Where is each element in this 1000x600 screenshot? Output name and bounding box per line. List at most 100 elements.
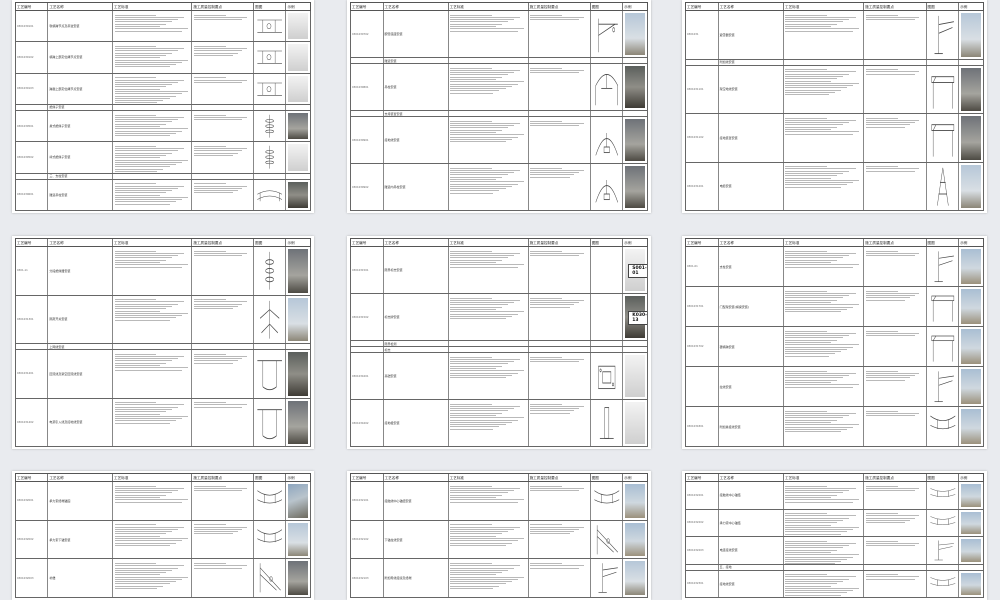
technical-drawing bbox=[928, 289, 957, 324]
technical-drawing bbox=[928, 409, 957, 444]
header-cell: 施工质量控制要点 bbox=[192, 3, 255, 10]
figure-drawing bbox=[927, 407, 960, 446]
paragraph-lines bbox=[784, 287, 863, 315]
process-code: 0301032001 bbox=[16, 482, 49, 520]
technical-drawing bbox=[256, 112, 284, 140]
example-photo bbox=[959, 367, 983, 406]
header-cell: 工艺标准 bbox=[113, 474, 193, 481]
table-row: 0301030702 腕臂底座安装 bbox=[350, 11, 648, 58]
table-row: 0301031 避雷器安装 bbox=[685, 11, 984, 60]
process-code: 0301032101 bbox=[351, 482, 384, 520]
document-page-3: 工艺编号 工艺名称 工艺标准 施工质量控制要点 图图 示例 0301031 避雷器安装 附加线安… bbox=[682, 0, 987, 213]
process-name: 上网线安装 bbox=[48, 344, 113, 349]
example-photo bbox=[286, 111, 310, 141]
figure-drawing bbox=[254, 247, 287, 295]
process-name: 附加线安装 bbox=[719, 59, 784, 65]
table-row: 0301032202 承力索中心锚结 bbox=[685, 509, 984, 537]
figure-drawing bbox=[591, 117, 624, 163]
paragraph-lines bbox=[449, 117, 528, 145]
document-page-5: 工艺编号 工艺名称 工艺标准 施工质量控制要点 图图 示例 0301031501 限界标志安装… bbox=[347, 236, 651, 449]
header-cell: 工艺编号 bbox=[16, 3, 49, 10]
table-row: 0301032101 接触线中心锚结安装 bbox=[350, 482, 648, 521]
control-points-text bbox=[192, 104, 255, 110]
technical-drawing bbox=[256, 561, 284, 596]
example-photo bbox=[623, 164, 647, 210]
technical-drawing bbox=[928, 13, 957, 57]
site-photo bbox=[961, 409, 981, 444]
header-cell: 工艺名称 bbox=[384, 3, 449, 10]
site-photo bbox=[288, 13, 308, 40]
process-code: 0301030901 bbox=[351, 117, 384, 163]
paragraph-lines bbox=[113, 521, 191, 549]
table-row: 0301030101 软横跨节点及吊弦安装 bbox=[15, 11, 311, 43]
paragraph-lines bbox=[449, 482, 528, 506]
technical-drawing bbox=[928, 572, 957, 595]
process-name: 支持装置安装 bbox=[384, 111, 449, 116]
process-code: 0301031401 bbox=[16, 350, 49, 398]
table-header: 工艺编号 工艺名称 工艺标准 施工质量控制要点 图图 示例 bbox=[350, 2, 648, 11]
header-cell: 施工质量控制要点 bbox=[864, 474, 927, 481]
standard-text bbox=[449, 164, 529, 210]
process-name: 接地极安装 bbox=[384, 400, 449, 446]
figure-drawing bbox=[927, 247, 960, 286]
header-cell: 工艺标准 bbox=[449, 474, 529, 481]
technical-drawing bbox=[256, 13, 284, 40]
technical-drawing bbox=[592, 66, 621, 108]
control-points-text bbox=[192, 142, 255, 173]
standard-text bbox=[784, 247, 865, 286]
site-photo bbox=[961, 511, 981, 534]
header-cell: 工艺标准 bbox=[784, 3, 865, 10]
process-name: 吊柱安装 bbox=[384, 64, 449, 110]
process-name: 承力索下锚安装 bbox=[48, 520, 113, 559]
header-cell: 施工质量控制要点 bbox=[529, 239, 591, 246]
paragraph-lines bbox=[192, 142, 253, 159]
standard-text bbox=[113, 295, 193, 343]
control-points-text bbox=[864, 59, 927, 65]
control-points-text bbox=[864, 65, 927, 113]
header-cell: 示例 bbox=[624, 5, 632, 9]
process-code: 0301030101 bbox=[16, 11, 49, 42]
figure-drawing bbox=[254, 42, 287, 73]
header-cell: 图图 bbox=[591, 239, 624, 246]
site-photo bbox=[288, 112, 308, 140]
figure-drawing bbox=[927, 509, 960, 536]
table-row: 0301030601 隧道吊柱安装 bbox=[15, 179, 311, 211]
process-name: 绝缘子安装 bbox=[48, 104, 113, 110]
control-points-text bbox=[192, 559, 255, 598]
figure-drawing bbox=[591, 353, 624, 399]
standard-text bbox=[784, 11, 865, 59]
control-points-text bbox=[529, 353, 591, 399]
example-photo bbox=[623, 347, 647, 352]
example-photo bbox=[286, 74, 310, 104]
table-row: 0301032103 附加导线接续及终端 bbox=[350, 559, 648, 599]
table-row: 0301032102 下锚拉线安装 bbox=[350, 520, 648, 560]
header-cell: 图图 bbox=[927, 474, 960, 481]
process-code: 0301031101 bbox=[686, 65, 719, 113]
process-name: 隧道安装 bbox=[384, 58, 449, 63]
figure-drawing bbox=[254, 482, 287, 520]
header-cell: 工艺编号 bbox=[351, 474, 384, 481]
technical-drawing bbox=[592, 402, 621, 444]
paragraph-lines bbox=[784, 367, 863, 391]
paragraph-lines bbox=[449, 164, 528, 197]
site-photo bbox=[625, 355, 645, 397]
paragraph-lines bbox=[529, 11, 590, 23]
header-cell: 示例 bbox=[624, 241, 632, 245]
process-name: 电源引入线及接地线安装 bbox=[48, 398, 113, 446]
table-row: 0301031702 硬横跨安装 bbox=[685, 327, 984, 367]
process-name: 软横跨节点及吊弦安装 bbox=[48, 11, 113, 42]
site-photo bbox=[625, 119, 645, 161]
technical-drawing bbox=[592, 522, 621, 557]
process-code: 0301030601 bbox=[16, 179, 49, 210]
table-header: 工艺编号 工艺名称 工艺标准 施工质量控制要点 图图 示例 bbox=[15, 238, 311, 247]
figure-drawing bbox=[927, 287, 960, 326]
paragraph-lines bbox=[192, 74, 253, 86]
technical-drawing bbox=[256, 249, 284, 293]
site-photo bbox=[961, 249, 981, 284]
document-page-1: 工艺编号 工艺名称 工艺标准 施工质量控制要点 图图 示例 0301030101 软横跨节点及… bbox=[12, 0, 314, 213]
process-name: 回流线及架空回流线安装 bbox=[48, 350, 113, 398]
paragraph-lines bbox=[864, 510, 925, 527]
figure-drawing bbox=[591, 58, 624, 63]
figure-drawing bbox=[927, 570, 960, 597]
paragraph-lines bbox=[192, 111, 253, 123]
